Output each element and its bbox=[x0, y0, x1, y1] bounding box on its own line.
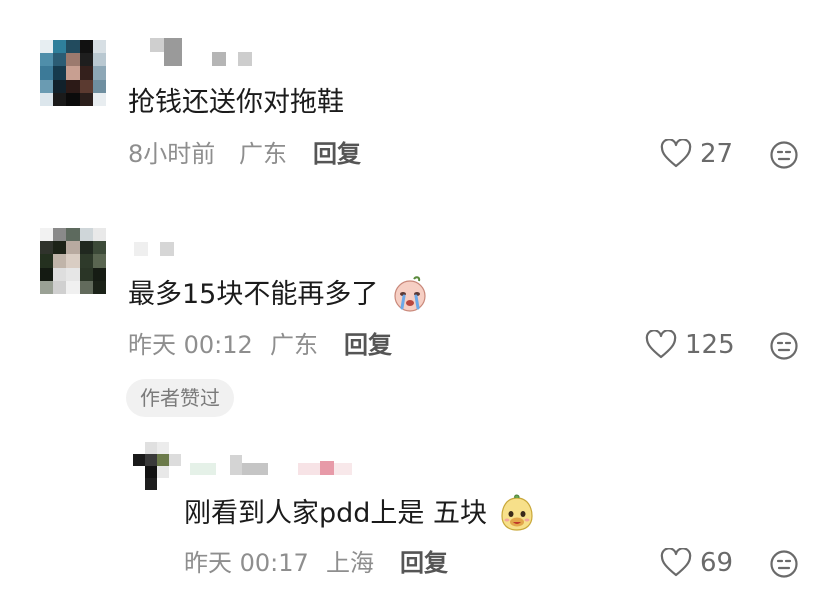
comment-location: 上海 bbox=[326, 549, 374, 577]
comment-text: 刚看到人家pdd上是 五块 bbox=[184, 494, 536, 532]
reply-button[interactable]: 回复 bbox=[313, 139, 361, 169]
comment-text: 抢钱还送你对拖鞋 bbox=[128, 87, 344, 118]
like-button[interactable]: 125 bbox=[645, 330, 735, 360]
happy-face-emoji bbox=[500, 494, 533, 531]
like-button[interactable]: 69 bbox=[660, 548, 733, 578]
username[interactable] bbox=[190, 455, 352, 475]
like-count: 27 bbox=[700, 139, 734, 169]
reply-button[interactable]: 回复 bbox=[400, 548, 448, 578]
avatar[interactable] bbox=[40, 40, 106, 106]
heart-outline-icon bbox=[660, 139, 692, 168]
meh-face-icon[interactable] bbox=[768, 140, 800, 170]
comment-text: 最多15块不能再多了 bbox=[128, 275, 429, 313]
comment-location: 广东 bbox=[239, 140, 287, 168]
meh-face-icon[interactable] bbox=[768, 331, 800, 361]
like-count: 125 bbox=[685, 330, 735, 360]
comment-time: 8小时前 bbox=[128, 140, 216, 168]
heart-outline-icon bbox=[645, 330, 677, 359]
meh-face-icon[interactable] bbox=[768, 549, 800, 579]
crying-face-emoji bbox=[394, 275, 426, 312]
username[interactable] bbox=[134, 242, 174, 256]
reply-button[interactable]: 回复 bbox=[344, 330, 392, 360]
like-button[interactable]: 27 bbox=[660, 139, 733, 169]
avatar[interactable] bbox=[40, 228, 106, 294]
comment-location: 广东 bbox=[270, 331, 318, 359]
author-liked-badge: 作者赞过 bbox=[126, 379, 234, 417]
heart-outline-icon bbox=[660, 548, 692, 577]
comment-time: 昨天 00:12 bbox=[128, 331, 253, 359]
username[interactable] bbox=[150, 38, 252, 66]
avatar[interactable] bbox=[133, 442, 181, 490]
like-count: 69 bbox=[700, 548, 734, 578]
comment-time: 昨天 00:17 bbox=[184, 549, 309, 577]
